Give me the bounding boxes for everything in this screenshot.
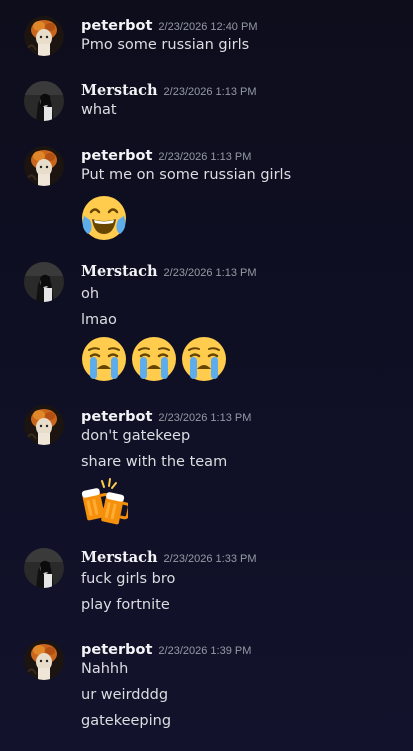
timestamp: 2/23/2026 1:33 PM bbox=[163, 553, 257, 565]
sob-emoji bbox=[80, 335, 128, 383]
username[interactable]: Merstach bbox=[81, 263, 158, 280]
sob-emoji bbox=[130, 335, 178, 383]
username[interactable]: peterbot bbox=[81, 148, 152, 164]
timestamp: 2/23/2026 1:13 PM bbox=[163, 267, 257, 279]
message-header: Merstach 2/23/2026 1:13 PM bbox=[81, 261, 257, 281]
timestamp: 2/23/2026 1:13 PM bbox=[163, 86, 257, 98]
avatar[interactable] bbox=[24, 81, 64, 121]
emoji-row bbox=[80, 194, 128, 242]
username[interactable]: peterbot bbox=[81, 409, 152, 425]
message-text: ur weirdddg bbox=[81, 687, 169, 703]
message-text: lmao bbox=[81, 312, 117, 328]
avatar[interactable] bbox=[24, 640, 64, 680]
message-text: play fortnite bbox=[81, 597, 170, 613]
sob-emoji bbox=[180, 335, 228, 383]
message-text: gatekeeping bbox=[81, 713, 172, 729]
message-header: peterbot 2/23/2026 1:13 PM bbox=[81, 406, 251, 426]
message-text: fuck girls bro bbox=[81, 571, 176, 587]
timestamp: 2/23/2026 12:40 PM bbox=[158, 21, 258, 33]
message-header: Merstach 2/23/2026 1:33 PM bbox=[81, 547, 257, 567]
emoji-row bbox=[80, 477, 128, 525]
message-text: oh bbox=[81, 286, 100, 302]
username[interactable]: Merstach bbox=[81, 82, 158, 99]
message-text: Nahhh bbox=[81, 661, 129, 677]
timestamp: 2/23/2026 1:13 PM bbox=[158, 412, 252, 424]
message-text: Put me on some russian girls bbox=[81, 167, 292, 183]
message-text: what bbox=[81, 102, 117, 118]
message-text: share with the team bbox=[81, 454, 228, 470]
avatar[interactable] bbox=[24, 146, 64, 186]
message-text: don't gatekeep bbox=[81, 428, 191, 444]
timestamp: 2/23/2026 1:39 PM bbox=[158, 645, 252, 657]
timestamp: 2/23/2026 1:13 PM bbox=[158, 151, 252, 163]
message-header: peterbot 2/23/2026 1:13 PM bbox=[81, 145, 251, 165]
joy-emoji bbox=[80, 194, 128, 242]
username[interactable]: peterbot bbox=[81, 642, 152, 658]
message-header: peterbot 2/23/2026 1:39 PM bbox=[81, 639, 251, 659]
username[interactable]: peterbot bbox=[81, 18, 152, 34]
beers-emoji bbox=[80, 477, 128, 525]
avatar[interactable] bbox=[24, 548, 64, 588]
emoji-row bbox=[80, 335, 228, 383]
avatar[interactable] bbox=[24, 16, 64, 56]
avatar[interactable] bbox=[24, 405, 64, 445]
username[interactable]: Merstach bbox=[81, 549, 158, 566]
message-header: peterbot 2/23/2026 12:40 PM bbox=[81, 15, 257, 35]
message-header: Merstach 2/23/2026 1:13 PM bbox=[81, 80, 257, 100]
message-list: peterbot 2/23/2026 12:40 PM Pmo some russ… bbox=[0, 0, 413, 751]
avatar[interactable] bbox=[24, 262, 64, 302]
message-text: Pmo some russian girls bbox=[81, 37, 250, 53]
